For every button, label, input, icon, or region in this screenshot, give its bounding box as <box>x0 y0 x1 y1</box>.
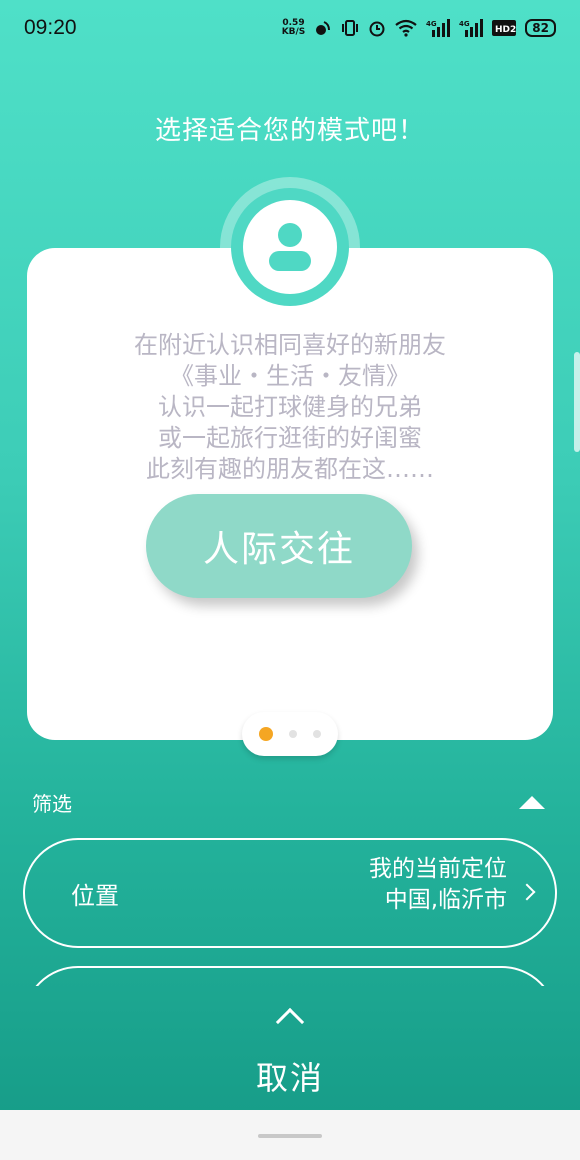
status-icons: 0.59 KB/S 4G 4G HD2 82 <box>282 19 556 37</box>
net-speed-unit: KB/S <box>281 27 306 37</box>
net-speed-icon: 0.59 KB/S <box>282 19 306 37</box>
network-label: 4G <box>459 20 470 28</box>
gesture-handle[interactable] <box>258 1134 322 1138</box>
location-value-line2: 中国,临沂市 <box>384 887 507 913</box>
location-value: 我的当前定位 中国,临沂市 <box>369 854 507 916</box>
social-mode-button[interactable]: 人际交往 <box>146 494 412 598</box>
location-value-line1: 我的当前定位 <box>369 856 507 882</box>
triangle-up-icon[interactable] <box>519 796 545 809</box>
filter-label: 筛选 <box>32 792 72 816</box>
hd-label: HD2 <box>495 25 516 35</box>
cancel-button[interactable]: 取消 <box>220 1053 360 1099</box>
chevron-right-icon <box>518 883 536 901</box>
chevron-up-icon[interactable] <box>275 1007 305 1037</box>
next-filter-row-border <box>23 966 557 986</box>
pager-dot[interactable] <box>313 730 321 738</box>
nfc-icon <box>314 19 332 37</box>
battery-level: 82 <box>532 21 549 35</box>
pager-indicator[interactable] <box>242 712 338 756</box>
location-label: 位置 <box>71 882 119 910</box>
hd-icon: HD2 <box>492 19 517 37</box>
alarm-icon <box>368 19 386 37</box>
signal-4g-icon: 4G <box>426 19 451 37</box>
vibrate-icon <box>341 19 359 37</box>
battery-icon: 82 <box>525 19 556 37</box>
page-title: 选择适合您的模式吧！ <box>154 116 425 146</box>
wifi-icon <box>395 19 417 37</box>
signal-4g-icon: 4G <box>459 19 484 37</box>
navigation-bar <box>0 1110 580 1160</box>
description-line: 此刻有趣的朋友都在这…… <box>146 455 434 483</box>
description-line: 《事业・生活・友情》 <box>170 362 410 390</box>
scrollbar[interactable] <box>574 352 580 452</box>
description-line: 或一起旅行逛街的好闺蜜 <box>158 424 422 452</box>
pager-dot-active[interactable] <box>259 727 273 741</box>
mode-description: 在附近认识相同喜好的新朋友 《事业・生活・友情》 认识一起打球健身的兄弟 或一起… <box>27 330 553 485</box>
status-time: 09:20 <box>24 16 77 39</box>
pager-dot[interactable] <box>289 730 297 738</box>
description-line: 认识一起打球健身的兄弟 <box>158 393 422 421</box>
next-filter-row[interactable] <box>23 966 557 986</box>
location-filter-row[interactable]: 位置 我的当前定位 中国,临沂市 <box>23 838 557 948</box>
status-bar: 09:20 0.59 KB/S 4G 4G HD2 82 <box>0 0 580 56</box>
description-line: 在附近认识相同喜好的新朋友 <box>134 331 446 359</box>
user-icon <box>243 200 337 294</box>
network-label: 4G <box>426 20 437 28</box>
